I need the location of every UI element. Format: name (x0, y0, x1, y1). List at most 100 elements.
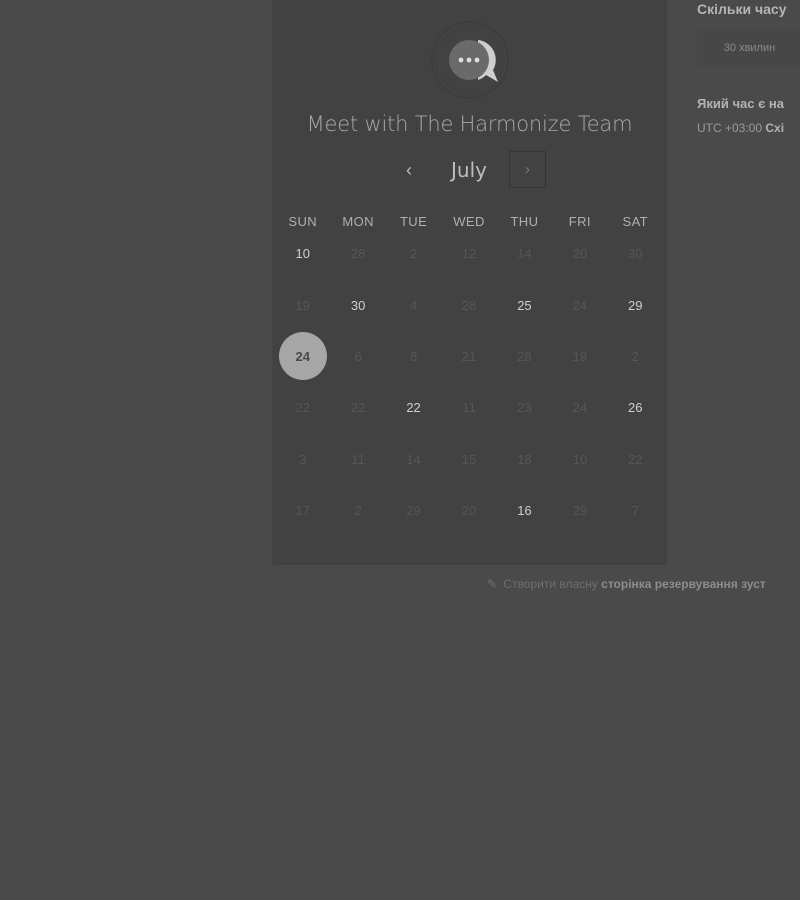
calendar-day-disabled: 11 (441, 382, 496, 433)
calendar-day-disabled: 19 (275, 279, 330, 330)
create-booking-page-link[interactable]: ✎ Створити власну сторінка резервування … (487, 577, 766, 591)
calendar-day-number: 14 (517, 246, 532, 262)
weekday-label: SAT (622, 214, 649, 229)
calendar-day-number: 22 (295, 400, 310, 416)
chat-bubble-logo-icon (430, 20, 510, 100)
calendar-day-available[interactable]: 25 (497, 279, 552, 330)
calendar-day-disabled: 28 (441, 279, 496, 330)
calendar-day-number: 24 (572, 400, 588, 416)
calendar-day-disabled: 28 (497, 331, 552, 382)
calendar-day-number: 28 (461, 297, 477, 313)
calendar-day-number: 21 (461, 348, 477, 364)
calendar-day-number: 29 (406, 503, 421, 519)
chevron-right-icon: › (525, 161, 530, 178)
calendar-day-disabled: 28 (330, 228, 385, 279)
calendar-day-disabled: 12 (441, 228, 496, 279)
month-label: July (451, 158, 487, 182)
calendar-day-number: 30 (350, 297, 366, 313)
weekday-header-row: SUN MON TUE WED THU FRI SAT (275, 214, 663, 229)
calendar-day-number: 28 (350, 246, 366, 262)
calendar-day-number: 30 (628, 246, 643, 262)
calendar-day-number: 8 (409, 348, 418, 364)
calendar-day-number: 20 (572, 246, 588, 262)
footer-text: Створити власну (503, 577, 598, 591)
calendar-day-available[interactable]: 10 (275, 228, 330, 279)
calendar-day-number: 26 (628, 400, 643, 416)
calendar-day-number: 6 (354, 348, 362, 364)
calendar-day-number: 22 (406, 400, 421, 416)
calendar-day-disabled: 17 (275, 485, 330, 536)
calendar-day-number: 2 (631, 348, 639, 364)
calendar-day-available[interactable]: 16 (497, 485, 552, 536)
calendar-day-number: 12 (461, 246, 477, 262)
calendar-day-number: 24 (572, 297, 588, 313)
calendar-day-available[interactable]: 22 (386, 382, 441, 433)
timezone-offset: UTC +03:00 (697, 121, 763, 135)
calendar-day-disabled: 2 (608, 331, 663, 382)
calendar-day-disabled: 21 (441, 331, 496, 382)
duration-question: Скільки часу (697, 1, 787, 17)
calendar-day-number: 10 (295, 246, 310, 262)
next-month-button[interactable]: › (509, 151, 546, 188)
calendar-day-disabled: 14 (386, 434, 441, 485)
calendar-day-disabled: 6 (330, 331, 385, 382)
calendar-day-disabled: 29 (386, 485, 441, 536)
calendar-day-number: 10 (572, 451, 588, 467)
calendar-day-number: 14 (406, 451, 421, 467)
calendar-day-disabled: 15 (441, 434, 496, 485)
calendar-day-number: 28 (517, 348, 532, 364)
calendar-day-disabled: 24 (552, 382, 607, 433)
weekday-label: THU (510, 214, 539, 229)
pen-icon: ✎ (487, 577, 498, 591)
calendar-day-disabled: 8 (386, 331, 441, 382)
chevron-left-icon: ‹ (406, 159, 412, 180)
calendar-day-disabled: 22 (330, 382, 385, 433)
calendar-day-disabled: 7 (608, 485, 663, 536)
calendar-day-number: 24 (278, 332, 327, 381)
calendar-day-disabled: 20 (441, 485, 496, 536)
calendar-day-disabled: 2 (386, 228, 441, 279)
calendar-day-disabled: 18 (497, 434, 552, 485)
weekday-label: WED (453, 214, 485, 229)
timezone-name: Схі (765, 121, 785, 135)
calendar-day-disabled: 24 (552, 279, 607, 330)
calendar-day-disabled: 23 (497, 382, 552, 433)
calendar-day-disabled: 10 (552, 434, 607, 485)
calendar-day-disabled: 3 (275, 434, 330, 485)
weekday-label: FRI (568, 214, 591, 229)
calendar-day-number: 19 (295, 297, 310, 313)
duration-option-button[interactable]: 30 хвилин (697, 30, 800, 66)
calendar-day-number: 11 (462, 400, 476, 416)
calendar-day-available[interactable]: 30 (330, 279, 385, 330)
booking-options-panel: Скільки часу 30 хвилин Який час є на UTC… (697, 0, 800, 160)
calendar-day-disabled: 4 (386, 279, 441, 330)
calendar-day-available[interactable]: 29 (608, 279, 663, 330)
calendar-day-number: 29 (628, 297, 643, 313)
calendar-day-disabled: 19 (552, 331, 607, 382)
weekday-label: MON (342, 214, 374, 229)
calendar-day-disabled: 20 (552, 228, 607, 279)
calendar-day-number: 20 (461, 503, 477, 519)
calendar-day-grid: 10 28 2 12 14 20 30 19 30 4 28 25 24 29 24 6 8 21 28 19 2 22 2… (275, 228, 663, 536)
duration-option-label: 30 хвилин (723, 42, 776, 54)
calendar-day-number: 18 (517, 451, 532, 467)
timezone-selector[interactable]: UTC +03:00 Схі (697, 121, 784, 135)
weekday-label: SUN (288, 214, 318, 229)
calendar-day-disabled: 30 (608, 228, 663, 279)
calendar-day-number: 22 (350, 400, 366, 416)
calendar-day-number: 16 (517, 503, 532, 519)
prev-month-button[interactable]: ‹ (391, 150, 427, 190)
calendar-day-number: 19 (572, 348, 588, 364)
calendar-day-disabled: 11 (330, 434, 385, 485)
month-navigation: ‹ July › (273, 150, 666, 190)
calendar-day-number: 22 (628, 451, 643, 467)
calendar-day-number: 15 (461, 451, 477, 467)
booking-card: Meet with The Harmonize Team ‹ July › SU… (273, 0, 666, 563)
calendar-day-number: 17 (295, 503, 310, 519)
calendar-day-number: 4 (409, 297, 418, 313)
weekday-label: TUE (399, 214, 428, 229)
calendar-day-available[interactable]: 26 (608, 382, 663, 433)
calendar-day-number: 29 (572, 503, 588, 519)
calendar-day-selected[interactable]: 24 (275, 331, 330, 382)
calendar-day-disabled: 22 (608, 434, 663, 485)
